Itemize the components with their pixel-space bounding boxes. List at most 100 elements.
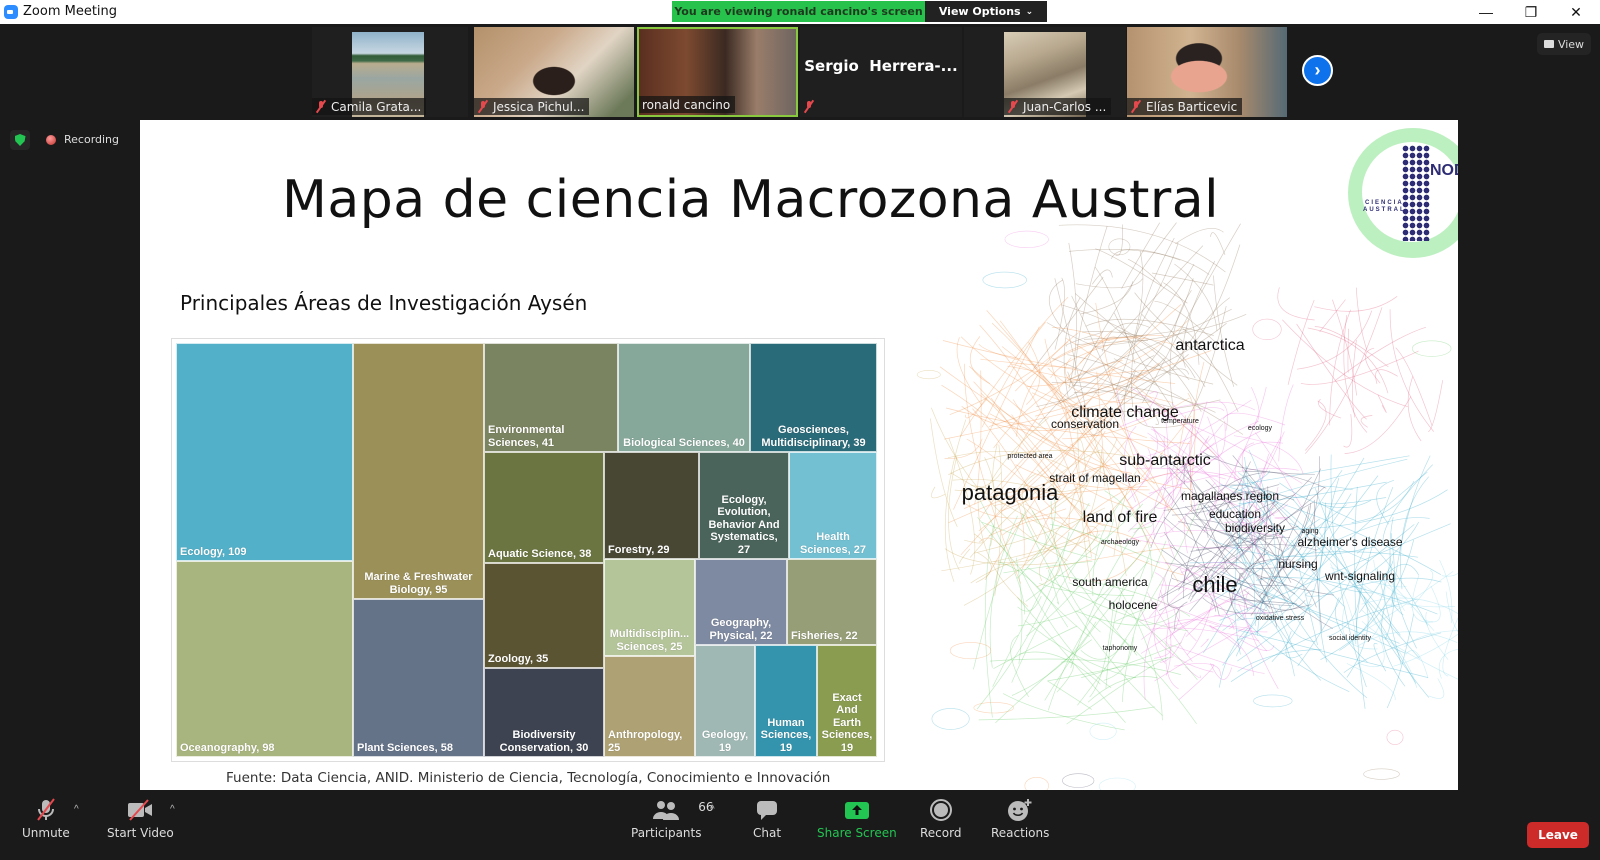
network-peripheral-cluster bbox=[1108, 238, 1131, 256]
mic-muted-icon bbox=[477, 100, 489, 113]
network-edge bbox=[1178, 664, 1215, 700]
network-edge bbox=[1174, 263, 1218, 332]
view-options-label: View Options bbox=[938, 5, 1021, 18]
start-video-button[interactable]: Start Video bbox=[107, 798, 174, 840]
record-button[interactable]: Record bbox=[920, 798, 961, 840]
shield-check-icon[interactable] bbox=[10, 130, 30, 150]
participant-tile-active-speaker[interactable]: ronald cancino bbox=[637, 27, 798, 117]
network-keyword-label: antarctica bbox=[1175, 337, 1244, 354]
network-edge bbox=[1355, 287, 1368, 350]
treemap-cell-environmental-sciences: Environmental Sciences, 41 bbox=[484, 343, 618, 452]
network-edge bbox=[1385, 604, 1399, 608]
treemap-cell-label: Earth bbox=[832, 716, 862, 729]
network-edge bbox=[959, 548, 971, 564]
network-edge bbox=[1077, 421, 1093, 589]
audio-options-caret[interactable]: ^ bbox=[74, 804, 79, 815]
network-keyword-label: biodiversity bbox=[1225, 521, 1285, 535]
network-edge bbox=[1287, 299, 1315, 385]
participant-name: Camila Grata... bbox=[331, 99, 422, 114]
reactions-button[interactable]: Reactions bbox=[991, 798, 1049, 840]
network-keyword-label: social identity bbox=[1329, 635, 1372, 642]
leave-meeting-button[interactable]: Leave bbox=[1527, 822, 1589, 848]
participant-tile[interactable]: Jessica Pichul... bbox=[474, 27, 634, 117]
network-edge bbox=[1091, 269, 1113, 285]
share-screen-button[interactable]: Share Screen bbox=[817, 798, 897, 840]
network-keyword-label: protected area bbox=[1007, 453, 1052, 460]
treemap-cell-label: Marine & Freshwater bbox=[364, 571, 473, 583]
network-edge bbox=[1377, 394, 1387, 413]
network-keyword-label: nursing bbox=[1278, 557, 1317, 571]
network-peripheral-cluster bbox=[1363, 768, 1400, 780]
treemap-cell-plant-sciences: Plant Sciences, 58 bbox=[353, 599, 484, 757]
maximize-button[interactable]: ❐ bbox=[1508, 0, 1554, 24]
view-layout-button[interactable]: View bbox=[1537, 33, 1591, 55]
network-keyword-label: holocene bbox=[1109, 598, 1158, 612]
chevron-right-icon: › bbox=[1314, 60, 1321, 80]
treemap-cell-oceanography: Oceanography, 98 bbox=[176, 561, 353, 757]
video-options-caret[interactable]: ^ bbox=[170, 804, 175, 815]
treemap-cell-label: Sciences, bbox=[760, 729, 812, 741]
minimize-button[interactable]: — bbox=[1463, 0, 1509, 24]
network-edge bbox=[1011, 621, 1097, 696]
treemap-cell-label: Aquatic Science, 38 bbox=[488, 547, 592, 560]
zoom-app-icon bbox=[4, 5, 18, 19]
network-edge bbox=[1389, 309, 1434, 432]
network-edge bbox=[1428, 380, 1444, 433]
treemap-cell-label: Multidisciplinary, 39 bbox=[761, 436, 866, 449]
treemap-cell-ecology: Ecology, 109 bbox=[176, 343, 353, 561]
keyword-network-graph: antarcticaclimate changeconservation temp… bbox=[916, 222, 1458, 796]
participants-button[interactable]: 66 Participants bbox=[631, 798, 714, 840]
network-peripheral-cluster bbox=[1252, 318, 1282, 340]
participants-label: Participants bbox=[631, 826, 702, 840]
network-edge bbox=[1285, 631, 1303, 659]
network-keyword-label: wnt-signaling bbox=[1324, 569, 1395, 583]
chat-button[interactable]: Chat bbox=[753, 798, 781, 840]
treemap-cell-label: Systematics, bbox=[710, 531, 778, 543]
network-peripheral-cluster bbox=[973, 702, 1014, 714]
chat-icon bbox=[756, 798, 778, 822]
participant-name-tag bbox=[800, 98, 820, 115]
participant-tile[interactable]: Camila Grata... bbox=[312, 27, 468, 117]
logo-text-line1: CIENCIA bbox=[1365, 200, 1404, 206]
network-edge bbox=[973, 381, 1080, 450]
shared-screen-slide: Mapa de ciencia Macrozona Austral Princi… bbox=[140, 120, 1458, 810]
participants-options-caret[interactable]: ^ bbox=[710, 804, 715, 815]
treemap-cell-label: Sciences, 25 bbox=[616, 640, 683, 653]
view-options-button[interactable]: View Options ⌄ bbox=[925, 1, 1047, 22]
treemap-cell-ecology-evolution-behavior-and-systematics: Ecology, Evolution, Behavior And Systematic… bbox=[699, 452, 789, 559]
participant-name-tag: Jessica Pichul... bbox=[474, 98, 590, 115]
participant-tile[interactable]: Sergio Herrera-... bbox=[800, 27, 962, 117]
network-keyword-label: ecology bbox=[1248, 425, 1273, 432]
unmute-button[interactable]: Unmute bbox=[22, 798, 70, 840]
window-title: Zoom Meeting bbox=[23, 4, 118, 19]
network-edge bbox=[1428, 678, 1445, 699]
treemap-cell-label: Behavior And bbox=[708, 518, 780, 531]
treemap-cell-label: Health bbox=[816, 531, 850, 543]
view-layout-label: View bbox=[1557, 37, 1585, 51]
network-edge bbox=[942, 340, 1176, 384]
treemap-cell-label: 25 bbox=[608, 741, 621, 754]
network-edge bbox=[1404, 630, 1458, 648]
recording-dot-icon bbox=[46, 135, 56, 145]
treemap-cell-label: Ecology, bbox=[721, 493, 767, 506]
source-note: Fuente: Data Ciencia, ANID. Ministerio d… bbox=[226, 770, 831, 786]
close-window-button[interactable]: ✕ bbox=[1553, 0, 1599, 24]
treemap-cell-label: Multidisciplin... bbox=[609, 628, 690, 640]
network-edge bbox=[1202, 597, 1312, 615]
treemap-cell-zoology: Zoology, 35 bbox=[484, 563, 604, 668]
recording-label[interactable]: Recording bbox=[64, 133, 119, 146]
treemap-cell-label: Fisheries, 22 bbox=[791, 629, 858, 642]
mic-muted-icon bbox=[315, 100, 327, 113]
treemap-cell-label: Sciences, 27 bbox=[799, 543, 867, 556]
treemap-cell-label: Sciences, bbox=[821, 729, 873, 741]
next-participants-button[interactable]: › bbox=[1302, 55, 1333, 86]
network-keyword-label: temperature bbox=[1161, 418, 1199, 425]
network-edge bbox=[969, 366, 1078, 455]
research-areas-treemap: Ecology, 109 Oceanography, 98 Marine & Fre… bbox=[171, 338, 885, 762]
participant-tile[interactable]: Elías Barticevic bbox=[1127, 27, 1287, 117]
participant-name: Jessica Pichul... bbox=[493, 99, 585, 114]
network-keyword-label: chile bbox=[1192, 572, 1237, 597]
treemap-cell-label: Conservation, 30 bbox=[499, 741, 589, 754]
participant-name-tag: Camila Grata... bbox=[312, 98, 427, 115]
participant-tile[interactable]: Juan-Carlos ... bbox=[964, 27, 1126, 117]
